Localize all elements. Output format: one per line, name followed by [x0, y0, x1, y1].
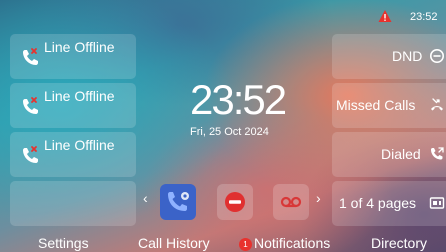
page-indicator-label: 1 of 4 pages [339, 195, 417, 211]
phone-offline-icon [23, 48, 38, 65]
notification-count-badge: 1 [239, 238, 252, 251]
line-key-1[interactable]: Line Offline [10, 34, 136, 79]
dock-dnd-app[interactable] [217, 184, 253, 220]
status-time: 23:52 [410, 11, 438, 23]
warning-icon[interactable] [378, 9, 392, 23]
clock-time: 23:52 [190, 76, 287, 123]
dialed-label: Dialed [381, 146, 421, 162]
line-key-2[interactable]: Line Offline [10, 83, 136, 128]
line-key-4-empty[interactable] [10, 181, 136, 226]
dock-voicemail-app[interactable] [273, 184, 309, 220]
dnd-label: DND [392, 48, 423, 64]
dock-next-arrow[interactable]: › [316, 190, 321, 206]
phone-settings-icon [168, 192, 189, 211]
dnd-key[interactable]: DND [332, 34, 446, 79]
directory-softkey[interactable]: Directory [371, 235, 427, 252]
settings-softkey[interactable]: Settings [38, 235, 89, 252]
notifications-softkey[interactable]: 1 Notifications [239, 235, 330, 252]
missed-calls-label: Missed Calls [336, 97, 416, 113]
line-key-3[interactable]: Line Offline [10, 132, 136, 177]
voicemail-icon [280, 196, 302, 208]
phone-offline-icon [23, 97, 38, 114]
dialed-key[interactable]: Dialed [332, 132, 446, 177]
phone-home-screen: 23:52 Line Offline Line Offline Line Off… [0, 0, 446, 252]
dock-prev-arrow[interactable]: ‹ [143, 190, 148, 206]
line-key-label: Line Offline [44, 39, 115, 55]
bottom-softkey-bar: Settings Call History 1 Notifications Dir… [0, 232, 446, 252]
missed-calls-key[interactable]: Missed Calls [332, 83, 446, 128]
dialed-call-icon [431, 147, 444, 160]
line-key-label: Line Offline [44, 88, 115, 104]
page-icon [429, 197, 445, 209]
notifications-label: Notifications [254, 235, 331, 251]
missed-call-icon [431, 98, 443, 111]
page-indicator-key[interactable]: 1 of 4 pages [332, 181, 446, 226]
dnd-icon [430, 49, 444, 63]
dnd-stop-icon [225, 192, 245, 212]
status-bar: 23:52 [0, 0, 446, 30]
dock-settings-app[interactable] [160, 184, 196, 220]
call-history-softkey[interactable]: Call History [138, 235, 210, 252]
line-key-label: Line Offline [44, 137, 115, 153]
clock-date: Fri, 25 Oct 2024 [190, 126, 269, 138]
phone-offline-icon [23, 146, 38, 163]
